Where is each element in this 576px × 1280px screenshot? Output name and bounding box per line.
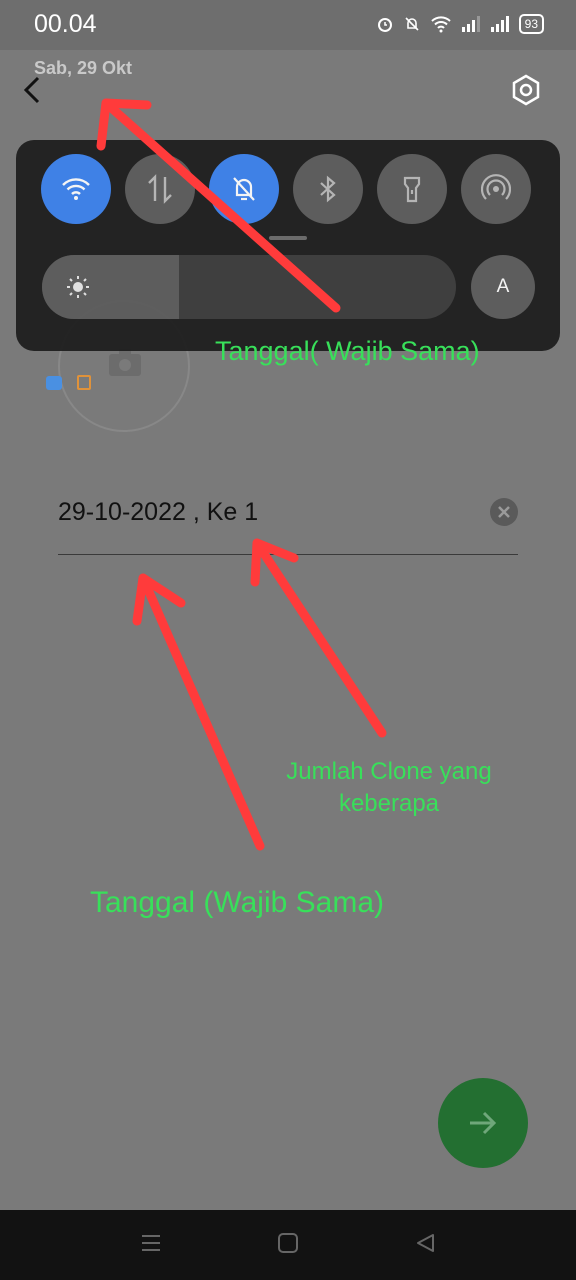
battery-icon: 93: [518, 14, 544, 34]
input-value: 29-10-2022 , Ke 1: [58, 498, 259, 526]
status-time: 00.04: [34, 10, 97, 38]
bluetooth-icon: [320, 175, 336, 203]
brightness-slider[interactable]: [42, 255, 456, 319]
wifi-icon: [62, 178, 90, 200]
camera-icon: [109, 349, 141, 376]
back-button[interactable]: [16, 70, 52, 110]
signal-icon: [461, 16, 480, 32]
brightness-fill: [42, 255, 179, 319]
app-icon: [46, 376, 62, 390]
clear-button[interactable]: [490, 498, 518, 526]
mobile-data-icon: [148, 174, 172, 204]
flashlight-icon: [403, 176, 421, 203]
annotation-bottom: Tanggal (Wajib Sama): [90, 886, 385, 919]
arrow-to-input-date: [132, 573, 265, 851]
bluetooth-toggle[interactable]: [293, 154, 363, 224]
wifi-icon: [430, 16, 451, 33]
hotspot-icon: [481, 174, 511, 200]
flashlight-toggle[interactable]: [377, 154, 447, 224]
panel-drag-handle[interactable]: [269, 236, 307, 240]
annotation-top: Tanggal( Wajib Sama): [215, 336, 480, 366]
back-nav-icon[interactable]: [414, 1232, 436, 1254]
menu-icon[interactable]: [140, 1232, 162, 1254]
hotspot-toggle[interactable]: [461, 154, 531, 224]
silent-toggle[interactable]: [209, 154, 279, 224]
wifi-toggle[interactable]: [41, 154, 111, 224]
date-clone-input[interactable]: 29-10-2022 , Ke 1: [58, 490, 518, 555]
home-icon[interactable]: [277, 1232, 299, 1254]
next-button[interactable]: [438, 1078, 528, 1168]
arrow-to-count: [250, 538, 387, 738]
mobile-data-toggle[interactable]: [125, 154, 195, 224]
chevron-left-icon: [23, 76, 40, 104]
annotation-middle: Jumlah Clone yang keberapa: [286, 758, 492, 817]
status-icons: 93: [376, 14, 544, 34]
alarm-icon: [377, 18, 392, 32]
sun-icon: [67, 276, 89, 298]
copy-icon: [77, 375, 91, 390]
status-bar: 00.04 93: [0, 0, 576, 50]
bell-off-icon: [405, 17, 419, 31]
bell-off-icon: [233, 177, 255, 201]
signal-icon: [490, 16, 509, 32]
navigation-bar: [0, 1210, 576, 1280]
close-icon: [498, 506, 510, 518]
settings-button[interactable]: [505, 70, 547, 112]
quick-settings-panel: A: [16, 140, 560, 351]
arrow-right-icon: [470, 1111, 497, 1135]
hexagon-settings-icon: [512, 74, 540, 106]
auto-brightness-button[interactable]: A: [471, 255, 535, 319]
